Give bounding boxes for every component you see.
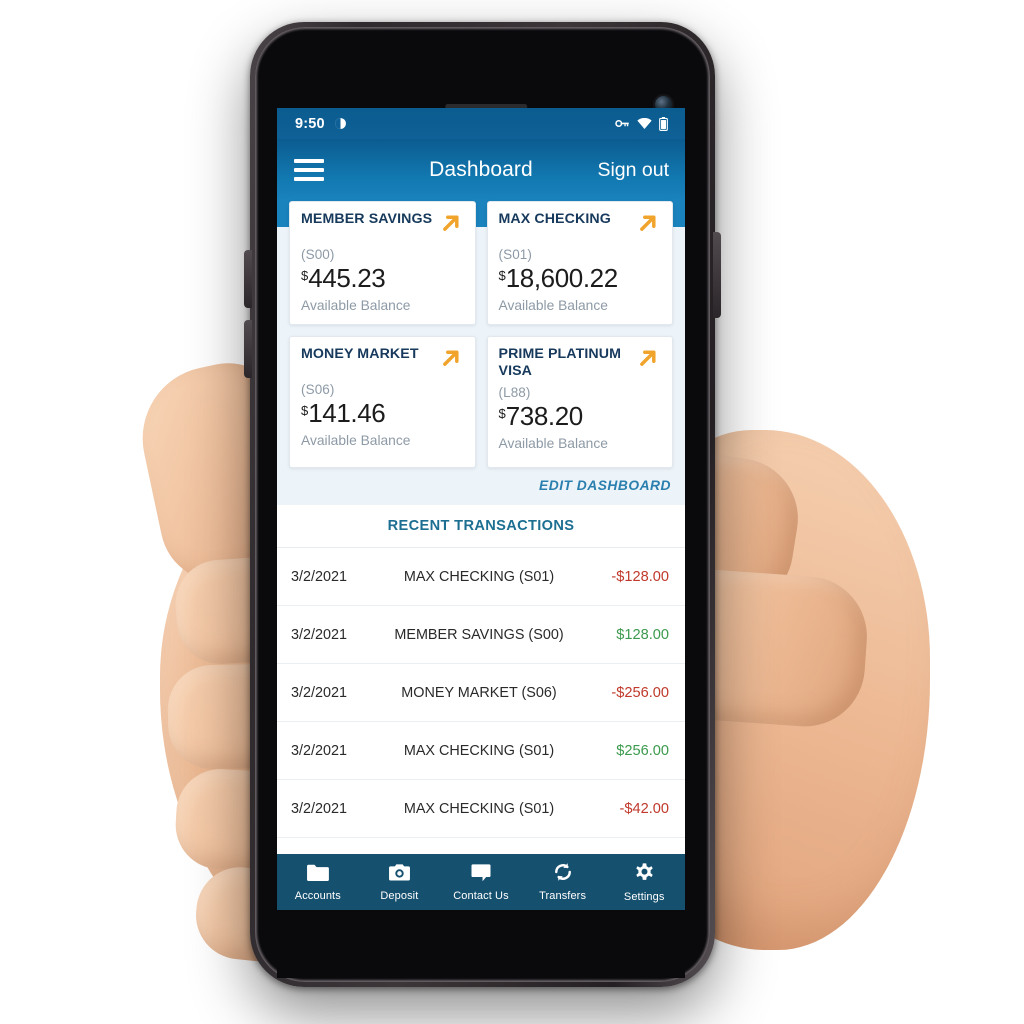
arrow-up-right-icon[interactable] xyxy=(634,210,661,242)
folder-icon xyxy=(306,863,330,887)
nav-item-settings[interactable]: Settings xyxy=(603,862,685,903)
nav-label: Settings xyxy=(623,890,665,903)
recent-transactions-header: RECENT TRANSACTIONS xyxy=(277,505,685,548)
gear-icon xyxy=(634,862,655,888)
status-bar: 9:50 xyxy=(277,108,685,139)
transaction-amount: -$128.00 xyxy=(611,568,669,585)
status-bar-time: 9:50 xyxy=(295,115,325,132)
account-balance: 18,600.22 xyxy=(505,263,618,293)
account-card-max-checking[interactable]: MAX CHECKING (S01) $ 18,600.22 Available… xyxy=(486,201,673,325)
arrow-up-right-icon[interactable] xyxy=(437,345,464,377)
account-card-caption: Available Balance xyxy=(301,298,411,313)
vpn-key-icon xyxy=(615,118,630,129)
transaction-account: MEMBER SAVINGS (S00) xyxy=(394,626,564,643)
transaction-date: 3/2/2021 xyxy=(291,800,348,817)
table-row[interactable]: 3/2/2021 MONEY MARKET (S06) -$256.00 xyxy=(277,664,685,722)
nav-label: Contact Us xyxy=(453,889,509,902)
do-not-disturb-icon xyxy=(334,117,347,130)
table-row[interactable]: 3/2/2021 MAX CHECKING (S01) -$42.00 xyxy=(277,780,685,838)
table-row[interactable]: 3/2/2021 MEMBER SAVINGS (S00) $128.00 xyxy=(277,606,685,664)
edit-dashboard-row: EDIT DASHBOARD xyxy=(277,468,685,505)
battery-icon xyxy=(659,116,668,131)
refresh-sync-icon xyxy=(552,862,574,887)
table-row[interactable]: 3/2/2021 MAX CHECKING (S01) $256.00 xyxy=(277,722,685,780)
transaction-date: 3/2/2021 xyxy=(291,684,348,701)
nav-label: Accounts xyxy=(294,889,341,902)
transaction-amount: $256.00 xyxy=(616,742,669,759)
transaction-account: MAX CHECKING (S01) xyxy=(403,568,555,585)
camera-icon xyxy=(388,863,411,887)
currency-symbol: $ xyxy=(301,268,309,283)
nav-label: Transfers xyxy=(539,890,587,902)
currency-symbol: $ xyxy=(498,405,506,421)
nav-item-deposit[interactable]: Deposit xyxy=(359,863,441,902)
app-bar: Dashboard Sign out xyxy=(277,139,685,201)
account-card-title: MAX CHECKING xyxy=(498,211,611,227)
accounts-section: MEMBER SAVINGS (S00) $ 445.23 Available … xyxy=(277,201,685,468)
account-card-caption: Available Balance xyxy=(498,435,608,451)
nav-item-transfers[interactable]: Transfers xyxy=(522,862,604,902)
account-balance: 738.20 xyxy=(505,400,584,431)
transaction-amount: -$256.00 xyxy=(611,684,669,701)
account-card-caption: Available Balance xyxy=(301,433,411,448)
account-balance: 445.23 xyxy=(308,263,386,293)
transaction-amount: $128.00 xyxy=(616,626,669,643)
account-card-prime-platinum-visa[interactable]: PRIME PLATINUM VISA (L88) $ 738.20 Avail… xyxy=(486,336,673,468)
account-card-number: (S06) xyxy=(301,382,335,397)
transaction-date: 3/2/2021 xyxy=(291,742,348,759)
sign-out-button[interactable]: Sign out xyxy=(597,159,669,182)
transaction-account: MONEY MARKET (S06) xyxy=(401,684,557,701)
bottom-navigation-bar: Accounts Deposit Contact Us Transfers Se… xyxy=(277,854,685,910)
account-card-title: MEMBER SAVINGS xyxy=(301,211,433,227)
account-card-title: MONEY MARKET xyxy=(301,346,419,362)
account-card-grid: MEMBER SAVINGS (S00) $ 445.23 Available … xyxy=(289,201,673,468)
table-row[interactable]: 3/2/2021 MAX CHECKING (S01) -$128.00 xyxy=(277,548,685,606)
account-card-number: (S00) xyxy=(301,247,335,262)
transaction-date: 3/2/2021 xyxy=(291,626,348,643)
nav-item-contact-us[interactable]: Contact Us xyxy=(440,863,522,902)
volume-up-button[interactable] xyxy=(244,250,252,308)
nav-label: Deposit xyxy=(380,889,419,902)
transaction-amount: -$42.00 xyxy=(619,800,670,817)
power-button[interactable] xyxy=(713,232,721,318)
transaction-account: MAX CHECKING (S01) xyxy=(403,800,555,817)
volume-down-button[interactable] xyxy=(244,320,252,378)
wifi-icon xyxy=(637,117,652,130)
transaction-account: MAX CHECKING (S01) xyxy=(403,742,555,759)
hamburger-menu-icon[interactable] xyxy=(294,159,324,181)
edit-dashboard-link[interactable]: EDIT DASHBOARD xyxy=(539,478,671,493)
app-screen: 9:50 Dashboard Sign out MEMBER SAVINGS (… xyxy=(277,108,685,910)
account-card-member-savings[interactable]: MEMBER SAVINGS (S00) $ 445.23 Available … xyxy=(289,201,476,325)
recent-transactions-list: 3/2/2021 MAX CHECKING (S01) -$128.00 3/2… xyxy=(277,548,685,854)
account-balance: 141.46 xyxy=(308,398,386,428)
currency-symbol: $ xyxy=(301,403,309,418)
arrow-up-right-icon[interactable] xyxy=(634,345,661,377)
screen-bottom-filler xyxy=(277,910,685,978)
account-card-caption: Available Balance xyxy=(498,298,608,313)
account-card-number: (S01) xyxy=(498,247,533,262)
transaction-date: 3/2/2021 xyxy=(291,568,348,585)
speech-bubble-icon xyxy=(470,863,492,887)
scene: 9:50 Dashboard Sign out MEMBER SAVINGS (… xyxy=(0,0,1024,1024)
account-card-number: (L88) xyxy=(498,384,531,400)
currency-symbol: $ xyxy=(498,268,506,283)
nav-item-accounts[interactable]: Accounts xyxy=(277,863,359,902)
account-card-money-market[interactable]: MONEY MARKET (S06) $ 141.46 Available Ba… xyxy=(289,336,476,468)
arrow-up-right-icon[interactable] xyxy=(437,210,464,242)
account-card-title: PRIME PLATINUM VISA xyxy=(498,346,622,379)
